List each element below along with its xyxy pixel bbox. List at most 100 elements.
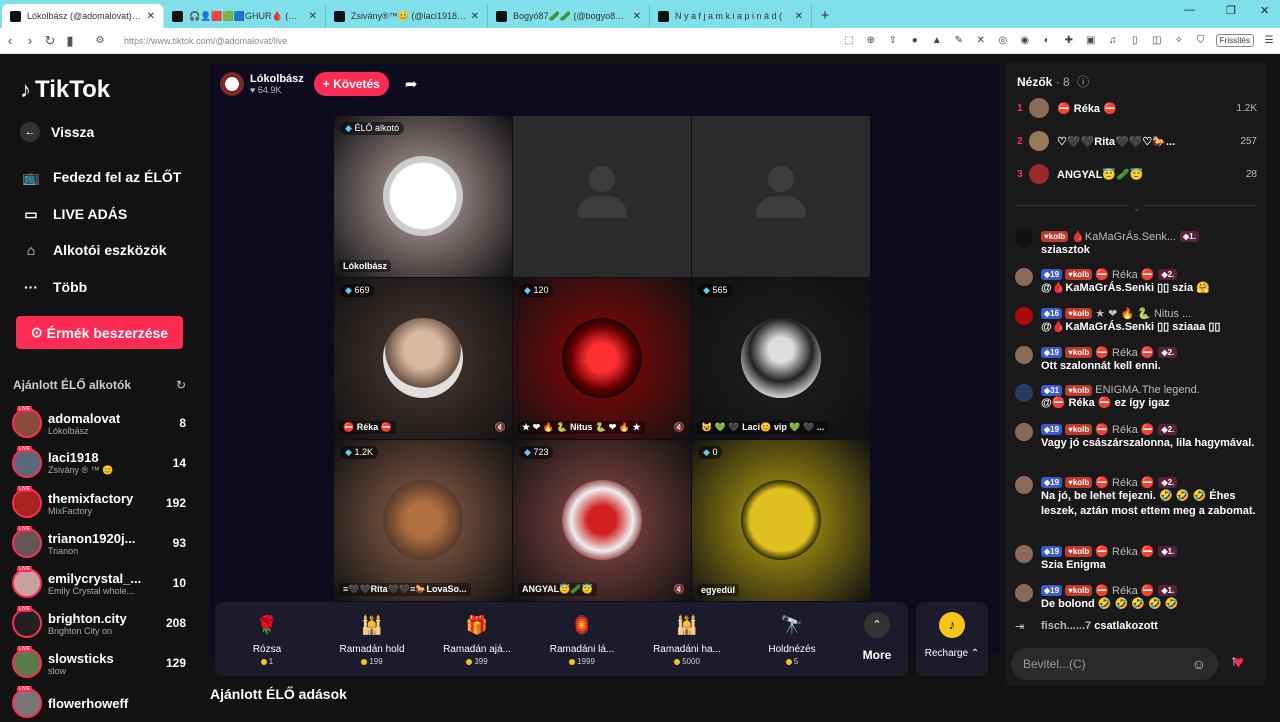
chat-avatar[interactable] — [1015, 268, 1033, 286]
guest-tile[interactable]: ◆ 723 ANGYAL😇🥒😇 🔇 — [513, 440, 691, 601]
chat-avatar[interactable] — [1015, 346, 1033, 364]
host-name[interactable]: Lókolbász — [250, 73, 304, 85]
forward-icon[interactable]: › — [20, 33, 40, 48]
extension-icon[interactable]: ⬚ — [841, 35, 857, 47]
gift-item[interactable]: 🏮 Ramadáni lá... 1999 — [532, 610, 632, 667]
split-view-icon[interactable]: ◫ — [1149, 35, 1165, 47]
browser-tab[interactable]: N y a f j a m k i a p i n á d (✕ — [650, 4, 812, 28]
help-icon[interactable]: ⓘ — [1077, 75, 1089, 89]
music-icon[interactable]: ♫ — [1105, 35, 1121, 47]
url-input[interactable]: https://www.tiktok.com/@adomalovat/live — [124, 36, 838, 46]
extension-icon[interactable]: ▲ — [929, 35, 945, 47]
close-tab-icon[interactable]: ✕ — [309, 11, 317, 22]
extension-icon[interactable]: ▣ — [1083, 35, 1099, 47]
nav-more[interactable]: ··· Több — [20, 276, 87, 298]
recommended-creator[interactable]: LIVE laci1918 Zsivány ® ™ 😊 14 — [12, 444, 198, 482]
chat-input[interactable]: Bevitel...(C) ☺ — [1011, 648, 1218, 680]
guest-tile[interactable] — [692, 116, 870, 277]
menu-icon[interactable]: ☰ — [1261, 35, 1277, 47]
share-icon[interactable]: ➦ — [405, 75, 418, 93]
get-coins-button[interactable]: ⊙ Érmék beszerzése — [16, 316, 183, 349]
gift-item[interactable]: 🔭 Holdnézés 5 — [742, 610, 842, 667]
chat-username[interactable]: ⛔ Réka ⛔ — [1095, 268, 1154, 281]
chat-avatar[interactable] — [1015, 307, 1033, 325]
chat-avatar[interactable] — [1015, 584, 1033, 602]
close-window-icon[interactable]: ✕ — [1260, 4, 1269, 17]
refresh-icon[interactable]: ↻ — [176, 378, 186, 392]
chat-username[interactable]: ⛔ Réka ⛔ — [1095, 584, 1154, 597]
chat-avatar[interactable] — [1015, 384, 1033, 402]
nav-creator-tools[interactable]: ⌂ Alkotói eszközök — [20, 239, 167, 261]
extension-icon[interactable]: ✎ — [951, 35, 967, 47]
guest-tile[interactable]: ◆ 565 😺 💚 🖤 Laci😊 vip 💚 🖤 ... — [692, 278, 870, 439]
guest-tile[interactable]: ◆ 1.2K ≡🖤🖤Rita🖤🖤≡🐎LovaSo... — [334, 440, 512, 601]
nav-back[interactable]: ← Vissza — [20, 122, 94, 142]
bookmark-icon[interactable]: ▮ — [60, 33, 80, 49]
chat-username[interactable]: ⛔ Réka ⛔ — [1095, 545, 1154, 558]
host-avatar[interactable] — [220, 72, 244, 96]
guest-tile[interactable]: ◆ 0 egyedül — [692, 440, 870, 601]
refresh-button[interactable]: Frissítés — [1215, 34, 1254, 47]
guest-tile[interactable]: ◆ ÉLŐ alkotó Lókolbász — [334, 116, 512, 277]
extension-icon[interactable]: ✧ — [1171, 35, 1187, 47]
close-tab-icon[interactable]: ✕ — [795, 11, 803, 22]
extension-icon[interactable]: ◉ — [1017, 35, 1033, 47]
recommended-creator[interactable]: LIVE slowsticks slow 129 — [12, 644, 198, 682]
chat-username[interactable]: ★ ❤ 🔥 🐍 Nitus ... — [1095, 307, 1191, 320]
browser-tab[interactable]: Bogyó87🥒🥒 (@bogyo87__) ÉLŐ a ✕ — [488, 4, 650, 28]
recommended-creator[interactable]: LIVE flowerhoweff — [12, 684, 198, 722]
recommended-creator[interactable]: LIVE adomalovat Lókolbász 8 — [12, 404, 198, 442]
close-tab-icon[interactable]: ✕ — [471, 11, 479, 22]
minimize-icon[interactable]: — — [1184, 4, 1195, 16]
site-info-icon[interactable]: ⚙ — [90, 35, 110, 46]
viewer-row[interactable]: 1 ⛔ Réka ⛔ 1.2K — [1017, 96, 1257, 120]
viewer-row[interactable]: 3 ANGYAL😇🥒😇 28 — [1017, 162, 1257, 186]
chat-avatar[interactable] — [1015, 423, 1033, 441]
follow-button[interactable]: + Követés — [313, 72, 389, 96]
extension-icon[interactable]: ● — [907, 35, 923, 47]
gift-item[interactable]: 🎁 Ramadán ajá... 399 — [427, 610, 527, 667]
extension-icon[interactable]: ◐ — [1039, 35, 1055, 47]
new-tab-button[interactable]: + — [812, 4, 838, 28]
sidebar-icon[interactable]: ▯ — [1127, 35, 1143, 47]
recommended-creator[interactable]: LIVE emilycrystal_... Emily Crystal whole.… — [12, 564, 198, 602]
like-heart-icon[interactable]: ♥ — [1233, 652, 1255, 674]
gift-item[interactable]: 🌹 Rózsa 1 — [217, 610, 317, 667]
recommended-creator[interactable]: LIVE trianon1920j... Trianon 93 — [12, 524, 198, 562]
guest-tile[interactable] — [513, 116, 691, 277]
tiktok-logo[interactable]: ♪ TikTok — [20, 76, 110, 104]
chat-avatar[interactable] — [1015, 545, 1033, 563]
chat-avatar[interactable] — [1015, 230, 1033, 248]
more-gifts-button[interactable]: ⌃ More — [855, 612, 899, 662]
recharge-button[interactable]: ♪ Recharge ⌃ — [916, 602, 988, 676]
shield-icon[interactable]: ⛉ — [1193, 35, 1209, 47]
chat-avatar[interactable] — [1015, 476, 1033, 494]
emoji-icon[interactable]: ☺ — [1192, 656, 1206, 672]
nav-live-stream[interactable]: ▭ LIVE ADÁS — [20, 203, 127, 225]
close-tab-icon[interactable]: ✕ — [147, 11, 155, 22]
viewer-row[interactable]: 2 ♡🖤🖤Rita🖤🖤♡🐎... 257 — [1017, 129, 1257, 153]
chat-username[interactable]: ⛔ Réka ⛔ — [1095, 346, 1154, 359]
share-page-icon[interactable]: ⇪ — [885, 35, 901, 47]
recommended-creator[interactable]: LIVE themixfactory MixFactory 192 — [12, 484, 198, 522]
close-tab-icon[interactable]: ✕ — [633, 11, 641, 22]
gift-item[interactable]: 🕌 Ramadáni ha... 5000 — [637, 610, 737, 667]
browser-tab[interactable]: 🎧👤🟥🟩🟦GHUR🩸 (@gabor ✕ — [164, 4, 326, 28]
gift-item[interactable]: 🕌 Ramadán hold 199 — [322, 610, 422, 667]
chat-username[interactable]: 🩸KaMaGrÁs.Senk... — [1071, 230, 1176, 243]
extension-icon[interactable]: ◎ — [995, 35, 1011, 47]
chat-username[interactable]: ENIGMA.The legend. — [1095, 384, 1200, 396]
browser-tab[interactable]: Zsivány®™😊 (@laci1918) ÉLŐ adás ✕ — [326, 4, 488, 28]
extension-icon[interactable]: ✕ — [973, 35, 989, 47]
guest-tile[interactable]: ◆ 120 ★ ❤ 🔥 🐍 Nitus 🐍 ❤ 🔥 ★ 🔇 — [513, 278, 691, 439]
nav-explore-live[interactable]: 📺 Fedezd fel az ÉLŐT — [20, 166, 181, 188]
puzzle-icon[interactable]: ✚ — [1061, 35, 1077, 47]
zoom-icon[interactable]: ⊕ — [863, 35, 879, 47]
guest-tile[interactable]: ◆ 669 ⛔ Réka ⛔ 🔇 — [334, 278, 512, 439]
chat-username[interactable]: ⛔ Réka ⛔ — [1095, 476, 1154, 489]
reload-icon[interactable]: ↻ — [40, 33, 60, 49]
browser-tab[interactable]: Lókolbász (@adomalovat) ÉLŐ a ✕ — [2, 4, 164, 28]
chat-username[interactable]: ⛔ Réka ⛔ — [1095, 423, 1154, 436]
back-icon[interactable]: ‹ — [0, 33, 20, 48]
recommended-creator[interactable]: LIVE brighton.city Brighton City on 208 — [12, 604, 198, 642]
